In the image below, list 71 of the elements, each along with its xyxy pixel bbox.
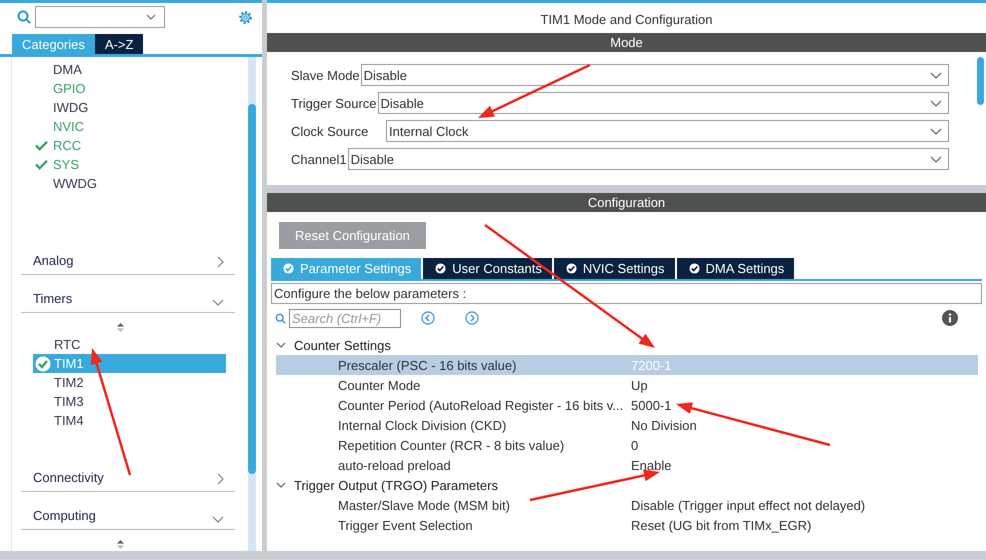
check-circle-icon [435, 263, 446, 274]
parameter-name: Counter Mode [337, 378, 422, 392]
settings-tab[interactable]: NVIC Settings [554, 258, 675, 279]
scrollbar-thumb[interactable] [977, 57, 984, 105]
dropdown[interactable]: Internal Clock [386, 120, 949, 142]
dropdown[interactable]: Disable [360, 64, 949, 86]
field-label: Clock Source [291, 124, 370, 138]
search-icon [275, 312, 286, 324]
section-header: Configuration [267, 193, 986, 212]
panel-title: TIM1 Mode and Configuration [540, 10, 714, 29]
scroll-arrows-icon[interactable] [116, 323, 124, 332]
category-header[interactable]: Analog [21, 237, 235, 275]
category-tab[interactable]: A->Z [94, 34, 144, 54]
previous-icon[interactable] [421, 311, 435, 325]
section-header: Mode [267, 33, 986, 52]
chevron-down-icon [212, 299, 224, 306]
hint-text: Configure the below parameters : [271, 283, 982, 304]
parameter-value[interactable]: 5000-1 [631, 398, 672, 412]
chevron-down-icon [930, 156, 942, 162]
chevron-down-icon [276, 482, 286, 488]
group-header[interactable]: Counter Settings [276, 335, 978, 355]
parameter-name: Trigger Event Selection [337, 518, 474, 532]
next-icon[interactable] [465, 311, 479, 325]
chevron-down-icon [146, 14, 156, 20]
parameter-name: Prescaler (PSC - 16 bits value) [337, 358, 518, 372]
field-label: Trigger Source [291, 96, 376, 110]
chevron-down-icon [276, 342, 286, 348]
settings-tab[interactable]: DMA Settings [676, 258, 794, 279]
parameter-value[interactable]: 0 [631, 438, 638, 452]
info-icon[interactable] [942, 310, 958, 326]
field-label: Slave Mode [291, 68, 360, 82]
category-header[interactable]: Timers [21, 275, 235, 313]
settings-icon[interactable] [237, 8, 254, 26]
parameter-name: Counter Period (AutoReload Register - 16 bits v... [337, 398, 624, 412]
parameter-value[interactable]: Disable (Trigger input effect not delayed) [631, 498, 866, 512]
parameter-value[interactable]: Reset (UG bit from TIMx_EGR) [631, 518, 812, 532]
check-circle-icon [688, 263, 700, 274]
settings-tab[interactable]: User Constants [423, 258, 552, 279]
parameter-name: Repetition Counter (RCR - 8 bits value) [337, 438, 566, 452]
category-header[interactable]: Computing [21, 492, 235, 530]
category-header[interactable]: Connectivity [21, 454, 235, 492]
chevron-down-icon [930, 128, 942, 134]
scrollbar-thumb[interactable] [248, 104, 256, 474]
timer-item[interactable]: RTC [33, 335, 226, 354]
search-combo-box[interactable] [35, 6, 165, 28]
chevron-down-icon [930, 100, 942, 106]
parameter-value[interactable]: Enable [631, 458, 672, 472]
chevron-right-icon [217, 256, 224, 268]
chevron-down-icon [930, 72, 942, 78]
check-circle-icon [283, 263, 294, 274]
field-label: Channel1 [291, 152, 347, 166]
peripheral-item[interactable]: IWDG [53, 100, 88, 115]
timer-item[interactable]: TIM2 [33, 373, 226, 392]
search-icon [17, 10, 31, 24]
search-field[interactable]: Search (Ctrl+F) [289, 308, 401, 328]
scroll-arrows-icon[interactable] [116, 540, 124, 549]
chevron-right-icon [217, 473, 224, 485]
parameter-value[interactable]: Up [631, 378, 648, 392]
parameter-name: Master/Slave Mode (MSM bit) [337, 498, 511, 512]
peripheral-item[interactable]: WWDG [53, 176, 98, 191]
chevron-down-icon [212, 516, 224, 523]
parameter-name: auto-reload preload [337, 458, 452, 472]
dropdown[interactable]: Disable [348, 148, 949, 170]
timer-item[interactable]: TIM3 [33, 392, 226, 411]
peripheral-item[interactable]: DMA [53, 62, 82, 77]
parameter-value[interactable]: No Division [631, 418, 697, 432]
group-header[interactable]: Trigger Output (TRGO) Parameters [276, 475, 978, 495]
parameter-name: Internal Clock Division (CKD) [337, 418, 508, 432]
check-circle-icon [566, 263, 577, 274]
dropdown[interactable]: Disable [378, 92, 949, 114]
timer-item[interactable]: TIM4 [33, 411, 226, 430]
